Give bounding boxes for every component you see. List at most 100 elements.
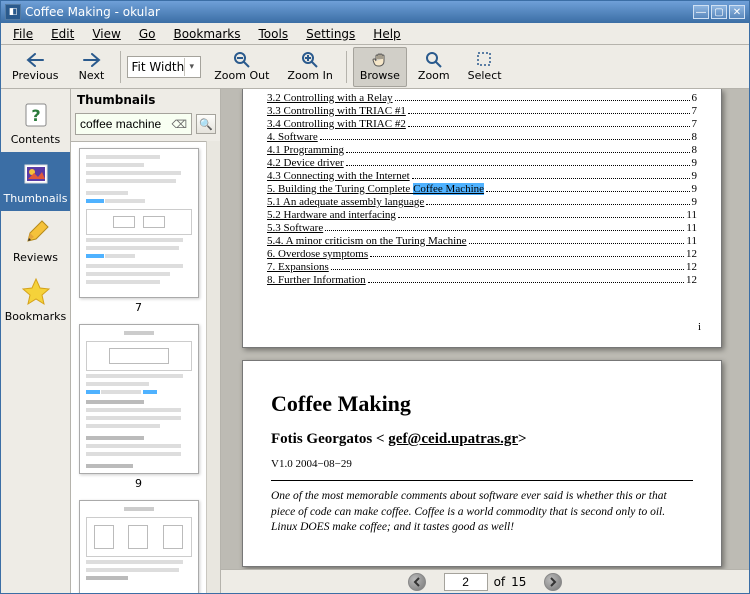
page-number-input[interactable] [444, 573, 488, 591]
toc-entry[interactable]: 3.4 Controlling with TRIAC #27 [267, 118, 697, 130]
toc-leader [325, 223, 684, 231]
toc-leader [408, 106, 690, 114]
image-icon [20, 158, 52, 190]
menu-edit[interactable]: Edit [43, 25, 82, 43]
menu-bookmarks[interactable]: Bookmarks [165, 25, 248, 43]
toc-entry[interactable]: 5. Building the Turing Complete Coffee M… [267, 183, 697, 195]
document-page: Coffee Making Fotis Georgatos < gef@ceid… [242, 360, 722, 567]
menu-view[interactable]: View [84, 25, 128, 43]
toc-page: 9 [692, 157, 698, 169]
thumbnails-search-row: ⌫ 🔍 [71, 111, 220, 141]
thumbnail-item[interactable]: 9 [75, 324, 202, 490]
browse-button[interactable]: Browse [353, 47, 407, 87]
thumbnail-page-preview [79, 148, 199, 298]
toc-leader [486, 184, 689, 192]
toc-entry[interactable]: 3.2 Controlling with a Relay6 [267, 92, 697, 104]
toc-entry[interactable]: 5.2 Hardware and interfacing11 [267, 209, 697, 221]
page-total: 15 [511, 575, 526, 589]
chevron-down-icon[interactable]: ▾ [184, 58, 198, 76]
zoom-out-label: Zoom Out [214, 69, 269, 82]
toc-leader [469, 236, 685, 244]
toc-label: 3.4 Controlling with TRIAC #2 [267, 118, 406, 130]
menu-help[interactable]: Help [365, 25, 408, 43]
previous-button[interactable]: Previous [5, 47, 66, 87]
toc-page: 11 [686, 235, 697, 247]
thumbnail-page-preview [79, 324, 199, 474]
toc-entry[interactable]: 4.1 Programming 8 [267, 144, 697, 156]
toc-label: 4.1 Programming [267, 144, 344, 156]
thumbnail-item[interactable]: 7 [75, 148, 202, 314]
page-next-button[interactable] [544, 573, 562, 591]
window-title: Coffee Making - okular [25, 5, 691, 19]
toc-entry[interactable]: 3.3 Controlling with TRIAC #17 [267, 105, 697, 117]
document-page: 3.2 Controlling with a Relay63.3 Control… [242, 89, 722, 348]
toc-leader [331, 262, 684, 270]
toc-label: 6. Overdose symptoms [267, 248, 368, 260]
toc-label: 8. Further Information [267, 274, 366, 286]
select-tool-button[interactable]: Select [461, 47, 509, 87]
toc-entry[interactable]: 6. Overdose symptoms12 [267, 248, 697, 260]
toc-page: 9 [692, 196, 698, 208]
next-button[interactable]: Next [70, 47, 114, 87]
toc-entry[interactable]: 8. Further Information12 [267, 274, 697, 286]
arrow-left-icon [25, 51, 45, 69]
sidebar-tab-thumbnails[interactable]: Thumbnails [1, 152, 70, 211]
toc-leader [320, 132, 690, 140]
menu-settings[interactable]: Settings [298, 25, 363, 43]
toolbar-separator [120, 51, 121, 83]
zoom-tool-button[interactable]: Zoom [411, 47, 457, 87]
thumbnails-list[interactable]: 7 [71, 141, 206, 593]
menubar: File Edit View Go Bookmarks Tools Settin… [1, 23, 749, 45]
toc-page: 8 [692, 144, 698, 156]
toc-entry[interactable]: 5.3 Software11 [267, 222, 697, 234]
maximize-button[interactable]: ▢ [711, 5, 727, 19]
find-button[interactable]: 🔍 [196, 114, 216, 134]
arrow-right-icon [82, 51, 102, 69]
sidebar-tab-reviews[interactable]: Reviews [1, 211, 70, 270]
chevron-left-icon [413, 577, 421, 587]
toc-label: 5.1 An adequate assembly language [267, 196, 424, 208]
sidebar-tab-contents[interactable]: ? Contents [1, 93, 70, 152]
toc-label: 5.4. A minor criticism on the Turing Mac… [267, 235, 467, 247]
divider [271, 480, 693, 481]
page-prev-button[interactable] [408, 573, 426, 591]
toc-entry[interactable]: 4. Software8 [267, 131, 697, 143]
document-view: 3.2 Controlling with a Relay63.3 Control… [221, 89, 749, 593]
star-icon [20, 276, 52, 308]
close-button[interactable]: ✕ [729, 5, 745, 19]
menu-go[interactable]: Go [131, 25, 164, 43]
sidebar-tab-label: Thumbnails [4, 192, 68, 205]
doc-blurb: One of the most memorable comments about… [271, 489, 693, 536]
menu-tools[interactable]: Tools [251, 25, 297, 43]
toc-label: 3.3 Controlling with TRIAC #1 [267, 105, 406, 117]
zoom-out-button[interactable]: Zoom Out [207, 47, 276, 87]
zoom-tool-label: Zoom [418, 69, 450, 82]
minimize-button[interactable]: ― [693, 5, 709, 19]
toc-entry[interactable]: 4.3 Connecting with the Internet9 [267, 170, 697, 182]
thumbnails-panel: Thumbnails ⌫ 🔍 [71, 89, 221, 593]
thumbnails-search-input[interactable] [80, 117, 169, 131]
toc-label: 4.2 Device driver [267, 157, 344, 169]
toc-entry[interactable]: 5.1 An adequate assembly language 9 [267, 196, 697, 208]
zoom-mode-combo[interactable]: Fit Width ▾ [127, 56, 202, 78]
search-icon: 🔍 [199, 118, 213, 131]
toc-page: 8 [692, 131, 698, 143]
toc-entry[interactable]: 5.4. A minor criticism on the Turing Mac… [267, 235, 697, 247]
menu-file[interactable]: File [5, 25, 41, 43]
toc-page: 12 [686, 261, 697, 273]
search-hit: Coffee Machine [413, 183, 484, 195]
sidebar-tab-label: Bookmarks [5, 310, 66, 323]
toc-leader [408, 119, 690, 127]
thumbnails-scrollbar[interactable] [206, 141, 220, 593]
clear-search-icon[interactable]: ⌫ [169, 118, 189, 131]
select-tool-label: Select [468, 69, 502, 82]
toc-entry[interactable]: 7. Expansions12 [267, 261, 697, 273]
hand-icon [370, 51, 390, 69]
thumbnails-search-box[interactable]: ⌫ [75, 113, 192, 135]
document-scroll-area[interactable]: 3.2 Controlling with a Relay63.3 Control… [221, 89, 749, 569]
sidebar-tab-bookmarks[interactable]: Bookmarks [1, 270, 70, 329]
zoom-in-button[interactable]: Zoom In [280, 47, 339, 87]
author-email-link[interactable]: gef@ceid.upatras.gr [388, 431, 518, 447]
thumbnail-item[interactable] [75, 500, 202, 593]
toc-entry[interactable]: 4.2 Device driver 9 [267, 157, 697, 169]
